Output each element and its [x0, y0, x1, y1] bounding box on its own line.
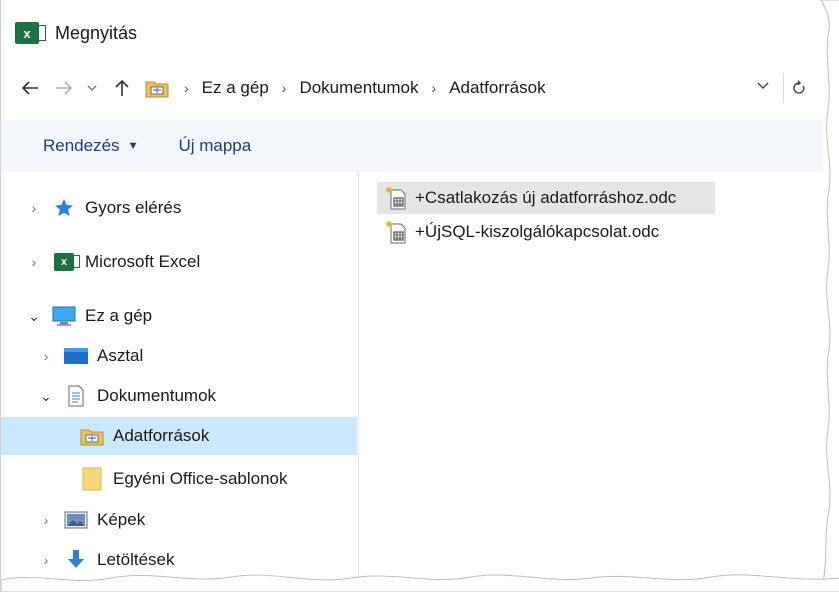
datasource-folder-icon [145, 81, 169, 98]
up-button[interactable] [107, 73, 137, 103]
breadcrumb-separator: › [281, 80, 287, 96]
odc-file-icon [385, 186, 415, 210]
tree-item-custom-office-templates[interactable]: Egyéni Office-sablonok [1, 460, 357, 498]
file-name: +ÚjSQL-kiszolgálókapcsolat.odc [415, 222, 660, 241]
tree-item-desktop[interactable]: › Asztal [1, 337, 357, 375]
breadcrumb-documents[interactable]: Dokumentumok [299, 78, 418, 98]
chevron-right-icon[interactable]: › [39, 512, 53, 528]
recent-locations-button[interactable] [81, 73, 103, 103]
back-button[interactable] [15, 73, 45, 103]
open-dialog: x Megnyitás › Ez a gép › Dokumentumok › [0, 0, 839, 592]
chevron-down-icon[interactable]: ⌄ [39, 388, 53, 405]
torn-edge-right [821, 0, 839, 592]
tree-item-label: Adatforrások [113, 426, 210, 445]
file-name: +Csatlakozás új adatforráshoz.odc [415, 188, 677, 207]
tree-item-documents[interactable]: ⌄ Dokumentumok [1, 377, 357, 415]
desktop-icon [63, 345, 89, 367]
chevron-down-icon [87, 85, 97, 91]
arrow-right-icon [56, 81, 73, 95]
documents-icon [63, 385, 89, 407]
address-bar[interactable]: › Ez a gép › Dokumentumok › Adatforrások [145, 72, 769, 104]
excel-icon: x [15, 22, 46, 44]
pictures-icon [63, 509, 89, 531]
arrow-up-icon [115, 79, 129, 96]
tree-item-label: Letöltések [97, 550, 175, 569]
breadcrumb-separator: › [184, 80, 189, 96]
navigation-pane: › Gyors elérés › x Microsoft Excel ⌄ Ez … [1, 172, 359, 592]
window-title: Megnyitás [55, 22, 138, 43]
new-folder-button[interactable]: Új mappa [178, 136, 251, 156]
chevron-down-icon [757, 82, 769, 89]
computer-icon [51, 305, 77, 327]
download-icon [63, 549, 89, 571]
chevron-down-icon[interactable]: ⌄ [27, 308, 41, 325]
torn-edge-bottom [1, 574, 839, 592]
chevron-right-icon[interactable]: › [39, 552, 53, 568]
chevron-right-icon[interactable]: › [27, 200, 41, 216]
tree-item-pictures[interactable]: › Képek [1, 501, 357, 539]
chevron-right-icon[interactable]: › [39, 348, 53, 364]
chevron-right-icon[interactable]: › [27, 254, 41, 270]
refresh-icon [793, 80, 805, 94]
datasource-folder-icon [79, 425, 105, 447]
arrow-left-icon [21, 81, 38, 95]
tree-item-label: Dokumentumok [97, 386, 217, 405]
breadcrumb-datasources[interactable]: Adatforrások [449, 78, 545, 98]
file-list: +Csatlakozás új adatforráshoz.odc +ÚjSQL… [377, 182, 807, 250]
tree-item-datasources[interactable]: Adatforrások [1, 417, 357, 455]
file-row[interactable]: +ÚjSQL-kiszolgálókapcsolat.odc [377, 216, 807, 248]
organize-button[interactable]: Rendezés ▼ [43, 136, 138, 156]
forward-button[interactable] [49, 73, 79, 103]
caret-down-icon: ▼ [127, 140, 139, 152]
tree-item-label: Ez a gép [85, 306, 153, 325]
refresh-button[interactable] [783, 73, 814, 103]
odc-file-icon [385, 220, 415, 244]
folder-icon [79, 467, 105, 491]
address-dropdown-button[interactable] [757, 78, 769, 92]
tree-item-label: Asztal [97, 346, 144, 365]
tree-item-label: Képek [97, 510, 146, 529]
navigation-row: › Ez a gép › Dokumentumok › Adatforrások [1, 66, 823, 110]
breadcrumb-this-pc[interactable]: Ez a gép [202, 78, 269, 98]
title-bar: x Megnyitás [1, 0, 821, 66]
tree-item-label: Egyéni Office-sablonok [113, 469, 288, 488]
star-icon [51, 197, 77, 219]
tree-item-microsoft-excel[interactable]: › x Microsoft Excel [1, 243, 357, 281]
tree-item-label: Gyors elérés [85, 198, 182, 217]
breadcrumb-separator: › [431, 80, 437, 96]
tree-item-label: Microsoft Excel [85, 252, 201, 271]
tree-item-this-pc[interactable]: ⌄ Ez a gép [1, 297, 357, 335]
excel-icon: x [51, 251, 80, 273]
organize-label: Rendezés [43, 136, 120, 155]
tree-item-quick-access[interactable]: › Gyors elérés [1, 189, 357, 227]
command-bar: Rendezés ▼ Új mappa [1, 120, 823, 172]
file-row[interactable]: +Csatlakozás új adatforráshoz.odc [377, 182, 715, 214]
